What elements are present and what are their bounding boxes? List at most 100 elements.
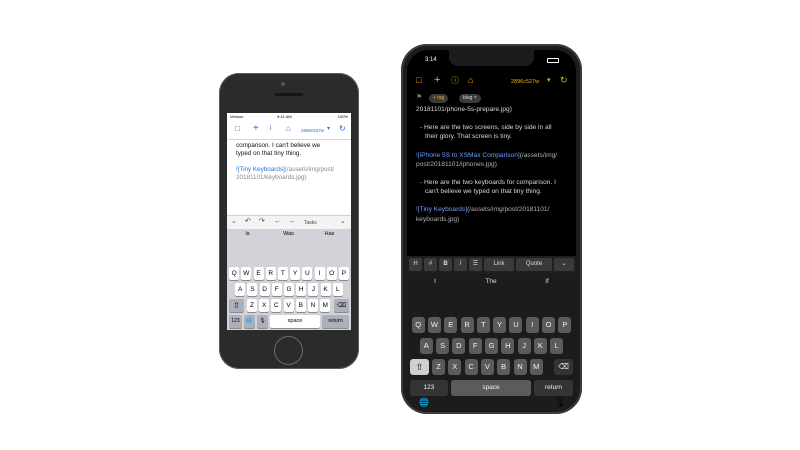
key-j[interactable]: J [308,283,319,296]
key-v[interactable]: V [480,359,494,375]
microphone-icon[interactable]: 🎙 [257,315,268,328]
key-y[interactable]: Y [290,267,301,280]
remove-tag-icon[interactable]: × [474,95,477,101]
tag-chip-blog[interactable]: blog × [459,94,481,103]
key-d[interactable]: D [452,338,466,354]
shift-key[interactable]: ⇧ [229,299,244,312]
key-g[interactable]: G [485,338,498,354]
key-r[interactable]: R [265,267,276,280]
key-r[interactable]: R [460,317,474,333]
hide-keyboard-icon[interactable]: ⌄ [231,218,237,226]
key-n[interactable]: N [308,299,318,312]
shift-key[interactable]: ⇧ [410,359,429,375]
editor-body[interactable]: 20181101/phone-5s-prepare.jpg) - Here ar… [416,105,568,224]
key-y[interactable]: Y [493,317,507,333]
key-h[interactable]: H [501,338,515,354]
numbers-key[interactable]: 123 [410,380,448,396]
key-u[interactable]: U [509,317,523,333]
new-document-icon[interactable]: □ [235,125,240,133]
key-n[interactable]: N [513,359,527,375]
key-t[interactable]: T [277,267,288,280]
key-i[interactable]: I [314,267,325,280]
add-tag-button[interactable]: + tag [429,94,449,103]
suggestion-1[interactable]: Is [227,231,268,237]
key-l[interactable]: L [550,338,564,354]
delete-key[interactable]: ⌫ [554,359,573,375]
key-j[interactable]: J [517,338,531,354]
key-q[interactable]: Q [411,317,425,333]
globe-icon[interactable]: 🌐 [244,315,255,328]
key-a[interactable]: A [419,338,433,354]
key-w[interactable]: W [427,317,441,333]
heading-button[interactable]: H [409,258,422,271]
new-document-icon[interactable]: □ [416,76,421,85]
key-d[interactable]: D [259,283,270,296]
add-icon[interactable]: + [253,124,259,134]
key-f[interactable]: F [271,283,282,296]
delete-key[interactable]: ⌫ [334,299,349,312]
editor-body[interactable]: comparison. I can't believe we typed on … [236,142,348,182]
key-s[interactable]: S [247,283,258,296]
tag-icon[interactable]: ⌂ [286,125,291,133]
suggestion-3[interactable]: If [519,278,575,285]
key-w[interactable]: W [241,267,252,280]
info-icon[interactable]: ⓘ [451,76,459,85]
info-icon[interactable]: i [270,125,272,133]
commit-hash[interactable]: 2896c527w [301,127,324,135]
undo-icon[interactable]: ↶ [245,218,251,226]
key-o[interactable]: O [326,267,337,280]
space-key[interactable]: space [270,315,320,328]
key-k[interactable]: K [320,283,331,296]
return-key[interactable]: return [322,315,349,328]
bold-button[interactable]: B [439,258,452,271]
home-button[interactable] [274,336,303,365]
key-e[interactable]: E [444,317,458,333]
suggestion-3[interactable]: Has [309,231,350,237]
key-o[interactable]: O [542,317,556,333]
key-a[interactable]: A [235,283,246,296]
key-z[interactable]: Z [247,299,257,312]
globe-icon[interactable]: 🌐 [419,398,429,407]
key-b[interactable]: B [295,299,306,312]
key-m[interactable]: M [320,299,331,312]
more-icon[interactable]: ⌄ [554,258,574,271]
sync-icon[interactable]: ↻ [339,125,346,133]
key-u[interactable]: U [302,267,313,280]
sync-icon[interactable]: ↻ [560,76,568,85]
numbers-key[interactable]: 123 [229,315,242,328]
key-s[interactable]: S [436,338,450,354]
key-l[interactable]: L [332,283,343,296]
key-x[interactable]: X [259,299,270,312]
key-b[interactable]: B [497,359,511,375]
space-key[interactable]: space [451,380,531,396]
key-k[interactable]: K [533,338,547,354]
key-e[interactable]: E [253,267,264,280]
key-c[interactable]: C [271,299,282,312]
suggestion-2[interactable]: Was [268,231,309,237]
key-t[interactable]: T [476,317,490,333]
arrow-right-icon[interactable]: → [288,218,295,226]
suggestion-2[interactable]: The [463,278,519,285]
more-icon[interactable]: ⌄ [340,218,346,226]
list-icon[interactable]: ☰ [469,258,482,271]
key-q[interactable]: Q [229,267,240,280]
key-h[interactable]: H [296,283,307,296]
key-g[interactable]: G [284,283,294,296]
chevron-down-icon[interactable]: ▾ [547,76,551,85]
tasks-button[interactable]: Tasks [304,219,317,227]
key-i[interactable]: I [525,317,539,333]
quote-button[interactable]: Quote [516,258,552,271]
key-p[interactable]: P [558,317,572,333]
redo-icon[interactable]: ↷ [259,218,265,226]
tag-icon[interactable]: ⌂ [468,76,473,85]
microphone-icon[interactable]: 🎙 [555,398,565,407]
suggestion-1[interactable]: I [407,278,463,285]
key-m[interactable]: M [529,359,543,375]
key-v[interactable]: V [283,299,294,312]
key-z[interactable]: Z [432,359,445,375]
italic-button[interactable]: I [454,258,467,271]
return-key[interactable]: return [534,380,573,396]
key-p[interactable]: P [338,267,349,280]
hash-button[interactable]: # [424,258,437,271]
arrow-left-icon[interactable]: ← [274,218,281,226]
